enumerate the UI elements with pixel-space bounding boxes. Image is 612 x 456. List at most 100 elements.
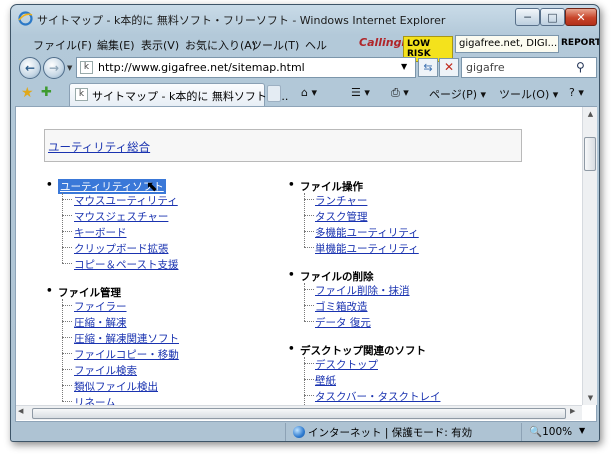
scroll-left-icon[interactable]: ◀ [18,407,23,415]
scroll-right-icon[interactable]: ▶ [570,407,575,415]
link-copy-paste[interactable]: コピー＆ペースト支援 [74,257,178,272]
window-title: サイトマップ - k本的に 無料ソフト・フリーソフト - Windows Int… [37,14,446,27]
search-input[interactable]: gigafre [466,61,505,74]
title-bar[interactable]: サイトマップ - k本的に 無料ソフト・フリーソフト - Windows Int… [11,5,599,32]
address-dropdown-icon[interactable]: ▼ [401,62,407,71]
zoom-dropdown-icon[interactable]: ▼ [579,426,585,435]
tree-line [304,193,305,247]
scroll-down-icon[interactable]: ▼ [583,391,598,405]
maximize-button[interactable]: □ [540,8,565,26]
link-mouse-utility[interactable]: マウスユーティリティ [74,193,178,208]
tree-line [304,357,305,405]
print-icon[interactable]: ⎙ ▾ [391,86,409,100]
tree-branch [62,321,72,322]
link-keyboard[interactable]: キーボード [74,225,127,240]
report-button[interactable]: REPORT▾ [561,38,599,48]
tree-line [62,193,63,263]
tree-branch [304,247,314,248]
horizontal-scroll-thumb[interactable] [32,408,566,419]
bullet: • [46,285,53,297]
back-button[interactable]: ← [19,57,41,79]
search-icon[interactable]: ⚲ [576,60,585,74]
link-recycle-bin[interactable]: ゴミ箱改造 [315,299,368,314]
scroll-up-icon[interactable]: ▲ [583,107,598,121]
link-file-wipe[interactable]: ファイル削除・抹消 [315,283,410,298]
menu-view[interactable]: 表示(V) [141,37,179,53]
stop-button[interactable]: ✕ [439,58,459,77]
tab-sitemap[interactable]: k サイトマップ - k本的に 無料ソフト・... [69,83,288,106]
security-zone[interactable]: インターネット | 保護モード: 有効 [293,425,472,440]
category-heading: ファイル管理 [58,287,121,299]
link-file-copy[interactable]: ファイルコピー・移動 [74,347,179,362]
tree-branch [62,385,72,386]
zone-text: インターネット | 保護モード: 有効 [308,427,473,439]
help-icon[interactable]: ? ▾ [569,86,584,99]
link-file-search[interactable]: ファイル検索 [74,363,137,378]
minimize-button[interactable]: ─ [515,8,540,26]
page-menu[interactable]: ページ(P) ▾ [429,86,486,102]
link-mouse-gesture[interactable]: マウスジェスチャー [74,209,168,224]
link-taskbar[interactable]: タスクバー・タスクトレイ [315,389,440,404]
refresh-button[interactable]: ⇆ [418,58,438,77]
link-rename[interactable]: リネーム [74,395,116,405]
tree-branch [304,379,314,380]
address-input[interactable]: http://www.gigafree.net/sitemap.html [98,61,305,74]
vertical-scrollbar[interactable]: ▲ ▼ [582,107,597,405]
horizontal-scrollbar[interactable]: ◀ ▶ [16,405,582,420]
tree-branch [62,337,72,338]
tools-menu[interactable]: ツール(O) ▾ [499,86,558,102]
tree-branch [304,289,314,290]
tab-bar: ★ ✚ k サイトマップ - k本的に 無料ソフト・... ⌂ ▾ ☰ ▾ ⎙ … [15,81,597,106]
tree-branch [62,305,72,306]
link-archiver-tools[interactable]: 圧縮・解凍関連ソフト [74,331,179,346]
callingid-toolbar[interactable]: CallingID LOW RISK [357,35,453,62]
history-dropdown-icon[interactable]: ▼ [67,64,72,72]
tree-branch [304,363,314,364]
tree-branch [304,305,314,306]
tree-branch [62,199,72,200]
menu-help[interactable]: ヘル [305,37,327,53]
site-favicon: k [80,61,93,74]
link-multi-utility[interactable]: 多機能ユーティリティ [315,225,419,240]
zoom-level[interactable]: 🔍100% [529,425,572,438]
link-desktop[interactable]: デスクトップ [315,357,378,372]
home-icon[interactable]: ⌂ ▾ [301,86,317,99]
new-tab-button[interactable] [267,85,281,102]
bullet: • [288,343,295,355]
link-duplicate-finder[interactable]: 類似ファイル検出 [74,379,158,394]
navigation-bar: ← → ▼ k http://www.gigafree.net/sitemap.… [15,56,597,80]
category-heading: ファイル操作 [300,181,363,193]
vertical-scroll-thumb[interactable] [584,137,596,171]
tree-branch [304,215,314,216]
menu-favorites[interactable]: お気に入り(A) [185,37,256,53]
menu-edit[interactable]: 編集(E) [97,37,135,53]
menu-file[interactable]: ファイル(F) [33,37,92,53]
link-clipboard[interactable]: クリップボード拡張 [74,241,169,256]
feeds-icon[interactable]: ☰ ▾ [351,86,370,99]
link-archiver[interactable]: 圧縮・解凍 [74,315,127,330]
address-bar[interactable]: k http://www.gigafree.net/sitemap.html ▼ [76,57,416,78]
zoom-text: 100% [542,426,573,438]
link-filer[interactable]: ファイラー [74,299,127,314]
bullet: • [46,179,53,191]
link-launcher[interactable]: ランチャー [315,193,367,208]
link-data-recovery[interactable]: データ 復元 [315,315,371,330]
tree-branch [62,231,72,232]
tree-branch [304,395,314,396]
bullet: • [288,179,295,191]
section-title-link[interactable]: ユーティリティ総合 [48,139,150,155]
link-wallpaper[interactable]: 壁紙 [315,373,336,388]
tree-branch [304,231,314,232]
callingid-site-box[interactable]: gigafree.net, DIGI... [455,35,559,53]
internet-explorer-icon [18,11,33,26]
link-single-utility[interactable]: 単機能ユーティリティ [315,241,419,256]
close-button[interactable]: ✕ [565,8,597,26]
add-favorite-icon[interactable]: ✚ [41,85,52,100]
forward-button[interactable]: → [43,57,65,79]
favorites-star-icon[interactable]: ★ [21,85,34,101]
menu-tools[interactable]: ツール(T) [251,37,299,53]
search-box[interactable]: gigafre ⚲ [461,57,597,78]
tree-branch [304,199,314,200]
link-task-manager[interactable]: タスク管理 [315,209,368,224]
page-content: ユーティリティ総合 • ユーティリティソフト ⬉ マウスユーティリティ マウスジ… [16,107,582,405]
